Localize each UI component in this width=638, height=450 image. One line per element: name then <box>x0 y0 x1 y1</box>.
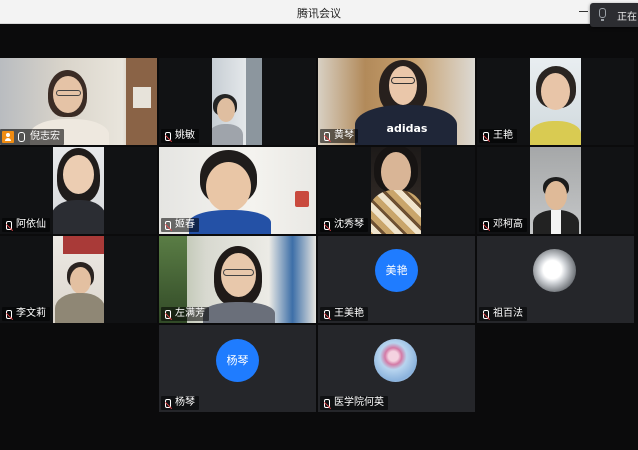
mic-muted-icon <box>324 310 330 319</box>
participant-name: 王美艳 <box>334 308 364 319</box>
participant-name: 阿依仙 <box>16 219 46 230</box>
mic-muted-icon <box>324 132 330 141</box>
participant-tile[interactable]: 杨琴 杨琴 <box>159 325 316 412</box>
mic-muted-icon <box>6 310 12 319</box>
participant-grid: 倪志宏 姚敏 adidas 黄琴 王艳 阿依仙 姬春 沈秀琴 邓柯高 李文莉 左… <box>0 58 638 412</box>
participant-name-bar: 王艳 <box>479 129 517 143</box>
participant-name: 黄琴 <box>334 130 354 141</box>
participant-tile[interactable]: adidas 黄琴 <box>318 58 475 145</box>
participant-tile[interactable]: 医学院何英 <box>318 325 475 412</box>
participant-avatar: 杨琴 <box>216 339 259 382</box>
participant-name-bar: 王美艳 <box>320 307 368 321</box>
mic-muted-icon <box>165 310 171 319</box>
participant-tile-host[interactable]: 倪志宏 <box>0 58 157 145</box>
participant-name: 王艳 <box>493 130 513 141</box>
speaking-indicator: 正在 <box>590 3 638 27</box>
video-feed <box>53 147 104 234</box>
window-title: 腾讯会议 <box>297 7 341 20</box>
participant-tile[interactable]: 姚敏 <box>159 58 316 145</box>
participant-name: 李文莉 <box>16 308 46 319</box>
mic-muted-icon <box>324 221 330 230</box>
shirt-logo-text: adidas <box>386 122 428 135</box>
participant-tile[interactable]: 李文莉 <box>0 236 157 323</box>
participant-name: 姬春 <box>175 219 195 230</box>
microphone-icon <box>18 132 25 142</box>
participant-avatar <box>374 339 417 382</box>
window-title-bar: 腾讯会议 <box>0 0 638 24</box>
participant-tile[interactable]: 左满芳 <box>159 236 316 323</box>
mic-muted-icon <box>165 132 171 141</box>
mic-muted-icon <box>483 310 489 319</box>
participant-name: 沈秀琴 <box>334 219 364 230</box>
speaking-label: 正在 <box>617 12 637 23</box>
mic-muted-icon <box>6 221 12 230</box>
participant-tile[interactable]: 邓柯高 <box>477 147 634 234</box>
participant-tile[interactable]: 沈秀琴 <box>318 147 475 234</box>
participant-name: 姚敏 <box>175 130 195 141</box>
participant-name-bar: 黄琴 <box>320 129 358 143</box>
participant-name-bar: 姚敏 <box>161 129 199 143</box>
participant-tile[interactable]: 王艳 <box>477 58 634 145</box>
participant-tile[interactable]: 姬春 <box>159 147 316 234</box>
participant-tile[interactable]: 祖百法 <box>477 236 634 323</box>
participant-name-bar: 杨琴 <box>161 396 199 410</box>
participant-name: 医学院何英 <box>334 397 384 408</box>
participant-name-bar: 医学院何英 <box>320 396 388 410</box>
participant-name: 祖百法 <box>493 308 523 319</box>
participant-avatar: 美艳 <box>375 249 418 292</box>
video-feed <box>212 58 262 145</box>
mic-muted-icon <box>165 399 171 408</box>
video-feed <box>53 236 104 323</box>
participant-name: 倪志宏 <box>30 131 60 142</box>
microphone-icon <box>599 8 606 21</box>
participant-name: 邓柯高 <box>493 219 523 230</box>
participant-tile[interactable]: 阿依仙 <box>0 147 157 234</box>
participant-name: 左满芳 <box>175 308 205 319</box>
participant-name-bar: 姬春 <box>161 218 199 232</box>
host-icon <box>2 131 14 143</box>
mic-muted-icon <box>324 399 330 408</box>
mic-muted-icon <box>483 132 489 141</box>
mic-muted-icon <box>483 221 489 230</box>
participant-name: 杨琴 <box>175 397 195 408</box>
video-feed <box>371 147 421 234</box>
participant-name-bar: 沈秀琴 <box>320 218 368 232</box>
participant-name-bar: 阿依仙 <box>2 218 50 232</box>
mic-muted-icon <box>165 221 171 230</box>
participant-avatar <box>533 249 576 292</box>
video-feed <box>530 147 581 234</box>
participant-name-bar: 倪志宏 <box>0 129 64 145</box>
video-feed <box>530 58 581 145</box>
participant-name-bar: 左满芳 <box>161 307 209 321</box>
participant-name-bar: 李文莉 <box>2 307 50 321</box>
participant-tile[interactable]: 美艳 王美艳 <box>318 236 475 323</box>
participant-name-bar: 邓柯高 <box>479 218 527 232</box>
participant-name-bar: 祖百法 <box>479 307 527 321</box>
